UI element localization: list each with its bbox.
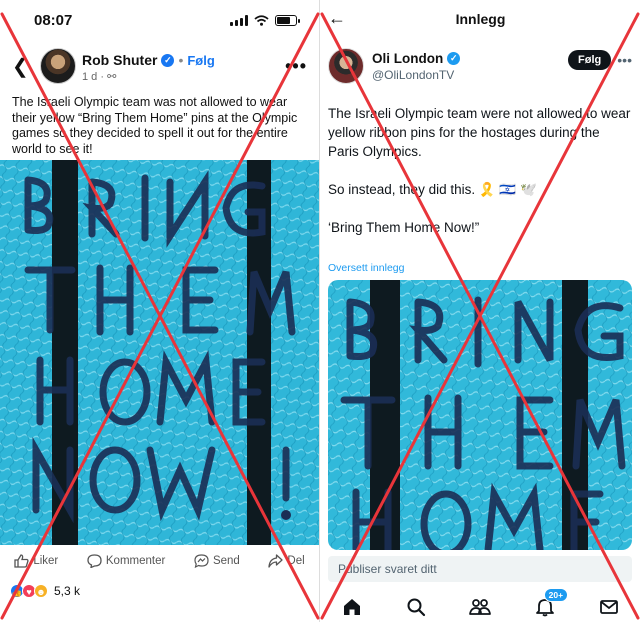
back-chevron-icon[interactable]: ❮ — [12, 54, 29, 79]
post-text: The Israeli Olympic team was not allowed… — [12, 95, 298, 156]
status-icons — [230, 15, 300, 26]
post-paragraph: ‘Bring Them Home Now!” — [328, 220, 480, 235]
avatar[interactable] — [328, 48, 364, 84]
comment-icon — [87, 554, 102, 568]
reply-input[interactable]: Publiser svaret ditt — [328, 556, 632, 582]
follow-button[interactable]: Følg — [187, 53, 214, 68]
send-button[interactable]: Send — [194, 554, 240, 568]
post-image[interactable] — [0, 160, 319, 545]
follow-button[interactable]: Følg — [568, 50, 612, 70]
more-icon[interactable]: ••• — [285, 56, 307, 77]
page-title: Innlegg — [455, 11, 506, 27]
post-paragraph: So instead, they did this. 🎗️ 🇮🇱 🕊️ — [328, 182, 537, 197]
more-icon[interactable]: ••• — [617, 52, 632, 68]
author-name[interactable]: Rob Shuter — [82, 52, 157, 68]
like-icon — [14, 554, 29, 568]
author-handle[interactable]: @OliLondonTV — [372, 68, 454, 82]
send-icon — [194, 554, 209, 568]
bottom-nav: 20+ — [320, 588, 640, 622]
post-header: ❮ Rob Shuter ✓ • Følg 1 d · ⚯ ••• — [0, 44, 319, 88]
verified-badge-icon: ✓ — [447, 52, 461, 65]
nav-notifications[interactable]: 20+ — [534, 588, 569, 618]
x-header: ← Innlegg — [320, 0, 640, 40]
verified-badge-icon: ✓ — [161, 53, 175, 67]
reaction-summary[interactable]: 👍 ♥ ☻ 5,3 k — [10, 584, 80, 598]
facebook-post-screenshot: 08:07 ❮ Rob Shuter ✓ • Følg 1 d · ⚯ ••• … — [0, 0, 319, 622]
messages-icon — [599, 600, 618, 614]
author-row: Oli London ✓ — [372, 51, 461, 66]
status-time: 08:07 — [34, 12, 73, 29]
share-label: Del — [287, 555, 305, 567]
like-label: Liker — [33, 555, 59, 567]
reaction-count: 5,3 k — [54, 584, 81, 598]
comment-label: Kommenter — [105, 555, 166, 567]
like-button[interactable]: Liker — [14, 554, 58, 568]
home-icon — [344, 599, 361, 615]
nav-communities[interactable] — [469, 596, 492, 618]
post-image[interactable] — [328, 280, 632, 550]
search-icon — [407, 598, 426, 617]
nav-messages[interactable] — [598, 596, 620, 618]
nav-home[interactable] — [341, 596, 363, 618]
send-label: Send — [212, 555, 240, 567]
post-paragraph: The Israeli Olympic team were not allowe… — [328, 106, 631, 159]
share-icon — [268, 554, 284, 568]
notification-badge: 20+ — [543, 588, 569, 602]
avatar[interactable] — [40, 48, 76, 84]
nav-search[interactable] — [405, 596, 427, 618]
battery-icon — [275, 15, 300, 26]
status-bar: 08:07 — [0, 0, 319, 40]
separator-dot: • — [178, 52, 184, 68]
comment-button[interactable]: Kommenter — [87, 554, 165, 568]
communities-icon — [469, 599, 492, 615]
share-button[interactable]: Del — [268, 554, 305, 568]
author-name[interactable]: Oli London — [372, 51, 443, 66]
post-time: 1 d · — [82, 71, 105, 83]
wifi-icon — [254, 15, 269, 26]
x-post-screenshot: ← Innlegg Oli London ✓ @OliLondonTV Følg… — [319, 0, 640, 622]
translate-link[interactable]: Oversett innlegg — [328, 262, 404, 274]
signal-icon — [230, 15, 248, 26]
author-row: Rob Shuter ✓ • Følg — [82, 52, 215, 68]
haha-reaction-icon: ☻ — [34, 584, 48, 598]
globe-icon: ⚯ — [107, 71, 117, 83]
post-actions: Liker Kommenter Send Del — [0, 550, 319, 572]
post-text: The Israeli Olympic team were not allowe… — [328, 104, 634, 256]
post-meta: 1 d · ⚯ — [82, 70, 116, 83]
